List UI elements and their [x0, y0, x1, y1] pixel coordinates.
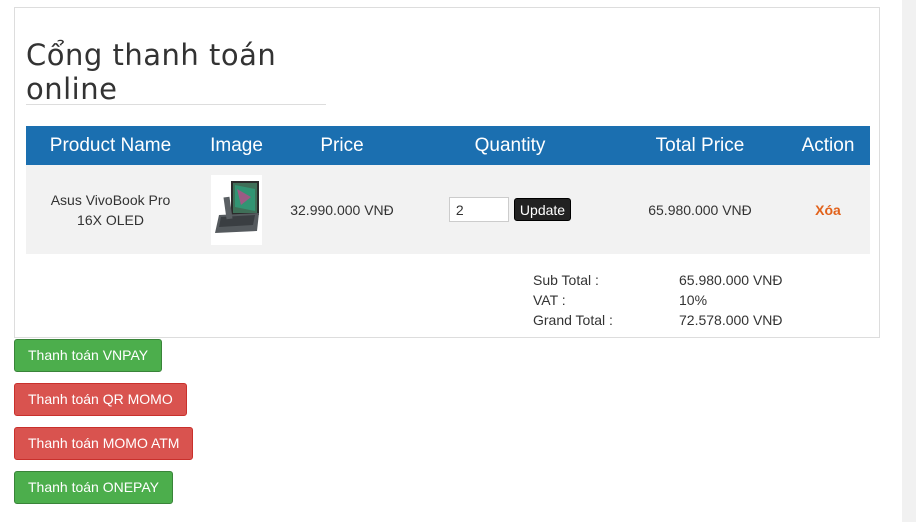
scrollbar-track[interactable] — [902, 0, 916, 522]
col-header-image: Image — [210, 134, 263, 156]
action-cell: Xóa — [786, 165, 870, 254]
product-image-cell — [195, 165, 278, 254]
page-title: Cổng thanh toán online — [26, 38, 277, 106]
delete-link[interactable]: Xóa — [815, 202, 841, 218]
product-name-cell: Asus VivoBook Pro 16X OLED — [26, 165, 195, 254]
vat-value: 10% — [679, 292, 708, 308]
col-header-total-price: Total Price — [655, 134, 745, 156]
subtotal-label: Sub Total : — [533, 272, 599, 288]
quantity-cell: Update — [406, 165, 614, 254]
total-price-cell: 65.980.000 VNĐ — [648, 201, 752, 218]
order-summary: Sub Total : 65.980.000 VNĐ VAT : 10% Gra… — [533, 270, 833, 330]
grand-total-label: Grand Total : — [533, 312, 613, 328]
pay-vnpay-button[interactable]: Thanh toán VNPAY — [14, 339, 163, 372]
col-header-action: Action — [801, 134, 855, 156]
pay-onepay-button[interactable]: Thanh toán ONEPAY — [14, 471, 173, 504]
pay-momo-atm-button[interactable]: Thanh toán MOMO ATM — [14, 427, 194, 460]
table-row: Asus VivoBook Pro 16X OLED 32.990.000 VN… — [26, 165, 870, 254]
quantity-input[interactable] — [448, 197, 509, 222]
update-button[interactable]: Update — [513, 198, 572, 221]
col-header-price: Price — [320, 134, 364, 156]
col-header-product-name: Product Name — [49, 134, 172, 156]
product-name: Asus VivoBook Pro 16X OLED — [50, 191, 171, 228]
laptop-icon — [211, 174, 262, 245]
grand-total-value: 72.578.000 VNĐ — [679, 312, 783, 328]
table-header-row: Product Name Image Price Quantity Total … — [26, 126, 870, 165]
cart-table: Product Name Image Price Quantity Total … — [26, 126, 870, 254]
title-divider — [26, 104, 326, 105]
grand-total-row: Grand Total : 72.578.000 VNĐ — [533, 310, 833, 330]
col-header-quantity: Quantity — [474, 134, 546, 156]
subtotal-value: 65.980.000 VNĐ — [679, 272, 783, 288]
vat-row: VAT : 10% — [533, 290, 833, 310]
vat-label: VAT : — [533, 292, 566, 308]
cart-panel: Cổng thanh toán online Product Name Imag… — [14, 7, 880, 338]
price-cell: 32.990.000 VNĐ — [290, 201, 394, 218]
pay-qr-momo-button[interactable]: Thanh toán QR MOMO — [14, 383, 187, 416]
subtotal-row: Sub Total : 65.980.000 VNĐ — [533, 270, 833, 290]
